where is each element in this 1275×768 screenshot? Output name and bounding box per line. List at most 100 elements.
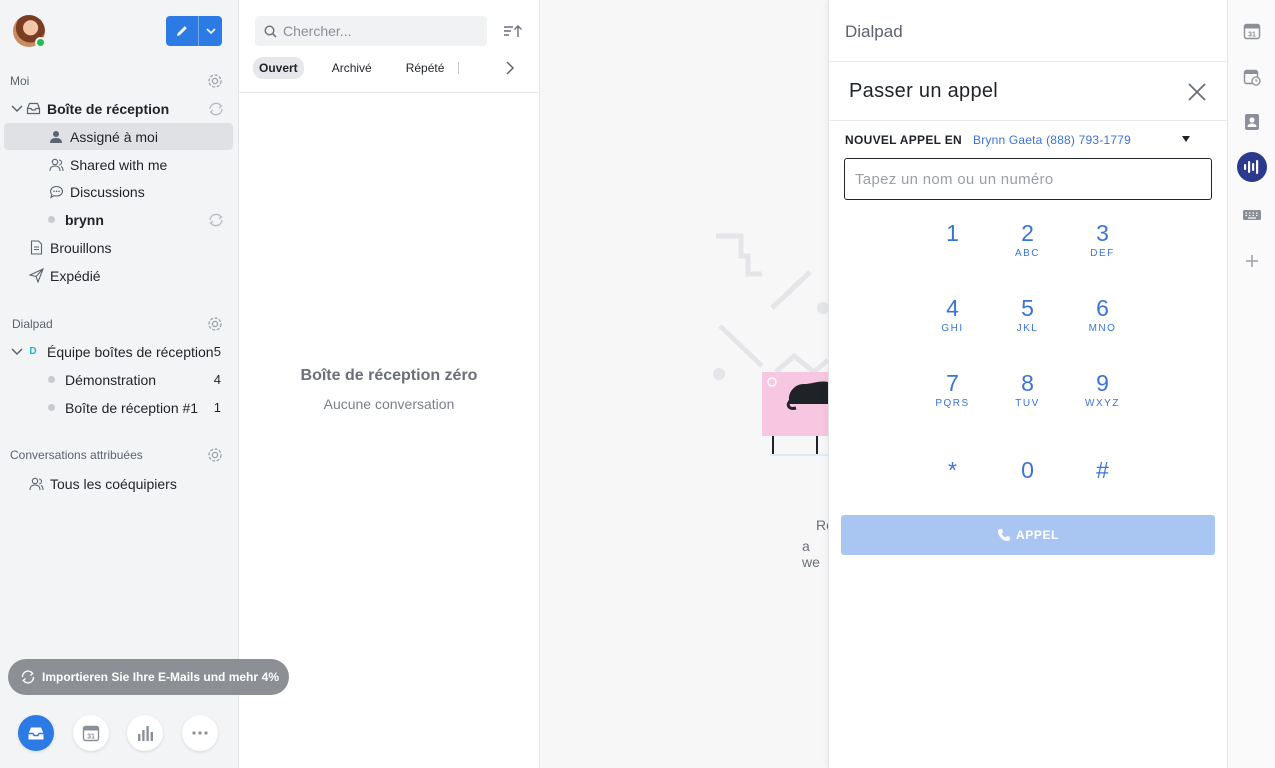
- sidebar-item-sent[interactable]: Expédié: [4, 262, 233, 289]
- rail-schedule-button[interactable]: [1240, 65, 1264, 89]
- key-1[interactable]: 1: [915, 216, 990, 291]
- key-digit: #: [1096, 457, 1109, 483]
- inbox-icon: [28, 727, 44, 739]
- key-letters: GHI: [941, 323, 964, 334]
- key-letters: WXYZ: [1085, 398, 1120, 409]
- sort-icon[interactable]: [503, 23, 523, 39]
- phone-number-input[interactable]: [844, 158, 1212, 200]
- plus-icon: [1246, 255, 1258, 267]
- rail-calendar-button[interactable]: 31: [1240, 19, 1264, 43]
- unread-count: 4: [213, 372, 221, 387]
- sidebar-item-team-inboxes[interactable]: D Équipe boîtes de réception 5: [4, 338, 233, 365]
- compose-button[interactable]: [166, 16, 199, 46]
- status-dot: [48, 376, 55, 383]
- sidebar-item-discussions[interactable]: Discussions: [4, 178, 233, 205]
- key-4[interactable]: 4 GHI: [915, 291, 990, 366]
- right-rail: 31: [1227, 0, 1275, 768]
- sidebar-item-inbox[interactable]: Boîte de réception: [4, 95, 233, 122]
- shared-icon: [48, 157, 64, 173]
- key-letters: DEF: [1090, 248, 1115, 259]
- tab-open[interactable]: Ouvert: [253, 57, 304, 79]
- analytics-icon: [138, 726, 153, 741]
- sidebar-item-drafts[interactable]: Brouillons: [4, 234, 233, 261]
- key-7[interactable]: 7 PQRS: [915, 366, 990, 441]
- key-9[interactable]: 9 WXYZ: [1065, 366, 1140, 441]
- chevron-down-icon[interactable]: [9, 347, 25, 356]
- call-from-value[interactable]: Brynn Gaeta (888) 793-1779: [973, 133, 1131, 147]
- call-from-selector[interactable]: NOUVEL APPEL EN Brynn Gaeta (888) 793-17…: [845, 133, 1211, 147]
- unread-count: 1: [213, 400, 221, 415]
- sidebar-item-label: Shared with me: [70, 156, 168, 173]
- dialpad-title-bar: Passer un appel: [829, 62, 1227, 121]
- call-button-label: APPEL: [1015, 528, 1059, 542]
- rail-contacts-button[interactable]: [1240, 110, 1264, 134]
- sync-icon[interactable]: [207, 102, 225, 116]
- key-8[interactable]: 8 TUV: [990, 366, 1065, 441]
- compose-icon: [177, 26, 187, 36]
- caret-down-icon[interactable]: [1181, 135, 1191, 143]
- key-digit: 7: [946, 370, 959, 396]
- sidebar-item-shared-with-me[interactable]: Shared with me: [4, 151, 233, 178]
- search-icon: [264, 24, 277, 38]
- key-2[interactable]: 2 ABC: [990, 216, 1065, 291]
- calendar-nav-button[interactable]: 31: [73, 715, 109, 751]
- tab-snoozed[interactable]: Répété: [400, 57, 451, 79]
- gear-icon[interactable]: [206, 315, 224, 333]
- conversation-tabs: Ouvert Archivé Répété: [253, 57, 460, 79]
- section-me-heading: Moi: [10, 74, 30, 88]
- key-star[interactable]: *: [915, 441, 990, 516]
- key-letters: JKL: [1016, 323, 1039, 334]
- onboarding-text-line-1: Re: [816, 517, 828, 533]
- rail-keyboard-button[interactable]: [1240, 203, 1264, 227]
- key-3[interactable]: 3 DEF: [1065, 216, 1140, 291]
- sidebar-item-assigned-to-me[interactable]: Assigné à moi: [4, 123, 233, 150]
- svg-text:31: 31: [87, 734, 95, 741]
- key-5[interactable]: 5 JKL: [990, 291, 1065, 366]
- status-dot: [48, 404, 55, 411]
- dialpad-title: Passer un appel: [849, 79, 999, 102]
- key-6[interactable]: 6 MNO: [1065, 291, 1140, 366]
- more-icon: [192, 731, 208, 735]
- dialpad-header: Dialpad: [829, 0, 1227, 62]
- gear-icon[interactable]: [206, 72, 224, 90]
- keyboard-icon: [1243, 210, 1261, 220]
- rail-add-button[interactable]: [1240, 249, 1264, 273]
- call-button[interactable]: APPEL: [841, 515, 1215, 555]
- key-0[interactable]: 0: [990, 441, 1065, 516]
- chevron-down-icon[interactable]: [9, 104, 25, 113]
- key-letters: MNO: [1088, 323, 1117, 334]
- call-from-label: NOUVEL APPEL EN: [845, 133, 962, 147]
- key-digit: 2: [1021, 220, 1034, 246]
- tab-archived[interactable]: Archivé: [326, 57, 378, 79]
- sidebar-item-label: Discussions: [70, 183, 145, 200]
- inbox-icon: [25, 101, 41, 117]
- onboarding-text-line-2: a we: [802, 538, 820, 570]
- close-icon[interactable]: [1187, 82, 1207, 102]
- chevron-right-icon[interactable]: [505, 61, 515, 75]
- key-digit: 8: [1021, 370, 1034, 396]
- sync-icon[interactable]: [207, 213, 225, 227]
- sidebar-item-all-teammates[interactable]: Tous les coéquipiers: [4, 470, 233, 497]
- key-digit: 4: [946, 295, 959, 321]
- rail-dialpad-button[interactable]: [1237, 152, 1267, 182]
- compose-dropdown-button[interactable]: [199, 16, 222, 46]
- calendar-icon: 31: [82, 725, 100, 742]
- sidebar-item-brynn[interactable]: brynn: [4, 206, 233, 233]
- team-icon: [28, 476, 44, 492]
- tab-divider: [458, 62, 460, 74]
- key-letters: PQRS: [935, 398, 970, 409]
- inbox-nav-button[interactable]: [18, 715, 54, 751]
- analytics-nav-button[interactable]: [127, 715, 163, 751]
- status-dot: [48, 216, 55, 223]
- calendar-icon: 31: [1243, 23, 1261, 40]
- avatar[interactable]: [13, 15, 46, 48]
- key-hash[interactable]: #: [1065, 441, 1140, 516]
- sidebar-item-demonstration[interactable]: Démonstration 4: [4, 366, 233, 393]
- sidebar-item-inbox-1[interactable]: Boîte de réception #1 1: [4, 394, 233, 421]
- more-nav-button[interactable]: [182, 715, 218, 751]
- search-input[interactable]: [283, 23, 473, 39]
- import-progress-banner[interactable]: Importieren Sie Ihre E-Mails und mehr 4%: [8, 659, 289, 695]
- gear-icon[interactable]: [206, 446, 224, 464]
- chat-icon: [48, 184, 64, 200]
- sidebar-item-label: Démonstration: [65, 371, 157, 388]
